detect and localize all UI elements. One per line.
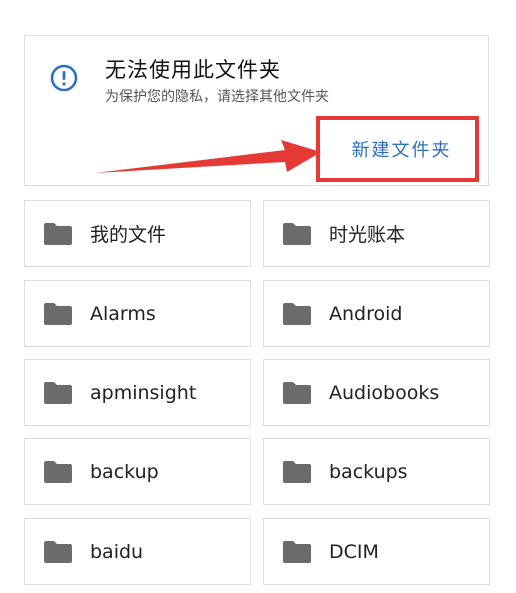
folder-label: baidu <box>90 540 144 563</box>
folder-label: backups <box>329 460 408 483</box>
folder-icon <box>283 381 311 404</box>
folder-label: apminsight <box>90 381 197 404</box>
folder-icon <box>283 540 311 563</box>
folder-item[interactable]: Audiobooks <box>263 359 490 426</box>
info-icon <box>50 64 78 92</box>
folder-item[interactable]: baidu <box>24 518 251 585</box>
folder-item[interactable]: Alarms <box>24 280 251 347</box>
folder-item[interactable]: backups <box>263 438 490 505</box>
folder-label: Alarms <box>90 302 156 325</box>
folder-item[interactable]: apminsight <box>24 359 251 426</box>
folder-item[interactable]: 我的文件 <box>24 200 251 267</box>
folder-icon <box>283 222 311 245</box>
notice-subtitle: 为保护您的隐私，请选择其他文件夹 <box>105 89 329 105</box>
folder-icon <box>44 460 72 483</box>
folder-item[interactable]: 时光账本 <box>263 200 490 267</box>
folder-item[interactable]: DCIM <box>263 518 490 585</box>
folder-label: DCIM <box>329 540 379 563</box>
folder-item[interactable]: backup <box>24 438 251 505</box>
folder-icon <box>283 460 311 483</box>
folder-label: Audiobooks <box>329 381 440 404</box>
folder-picker: 无法使用此文件夹 为保护您的隐私，请选择其他文件夹 新建文件夹 我的文件 时光账… <box>0 0 516 593</box>
notice-title: 无法使用此文件夹 <box>105 58 281 82</box>
folder-icon <box>44 540 72 563</box>
folder-icon <box>44 381 72 404</box>
annotation-arrow <box>95 140 321 173</box>
folder-label: backup <box>90 460 159 483</box>
new-folder-button[interactable]: 新建文件夹 <box>316 116 479 182</box>
folder-item[interactable]: Android <box>263 280 490 347</box>
new-folder-label: 新建文件夹 <box>351 140 452 161</box>
folder-icon <box>283 302 311 325</box>
folder-label: 时光账本 <box>329 224 406 246</box>
folder-label: Android <box>329 302 403 325</box>
folder-label: 我的文件 <box>90 224 167 246</box>
folder-icon <box>44 302 72 325</box>
folder-icon <box>44 222 72 245</box>
